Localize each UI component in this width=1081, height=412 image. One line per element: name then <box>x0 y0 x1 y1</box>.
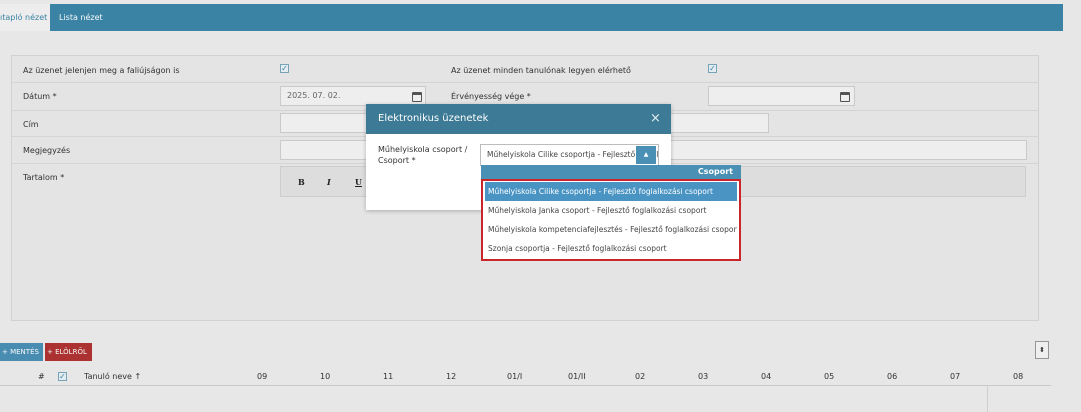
dropdown-group-header-label: Csoport <box>697 167 733 176</box>
group-select[interactable]: Műhelyiskola Cilike csoportja - Fejleszt… <box>480 144 659 166</box>
group-option[interactable]: Műhelyiskola Janka csoport - Fejlesztő f… <box>485 201 737 220</box>
group-option[interactable]: Műhelyiskola Cilike csoportja - Fejleszt… <box>485 182 737 201</box>
group-field-label: Műhelyiskola csoport / Csoport * <box>378 145 468 165</box>
group-options-list: Műhelyiskola Cilike csoportja - Fejleszt… <box>481 179 741 261</box>
dropdown-group-header: Csoport <box>481 165 741 179</box>
dialog-title: Elektronikus üzenetek <box>378 113 489 124</box>
close-icon[interactable]: × <box>650 104 661 134</box>
page: ıtapló nézet Lista nézet Az üzenet jelen… <box>0 0 1081 412</box>
group-option[interactable]: Műhelyiskola kompetenciafejlesztés - Fej… <box>485 220 737 239</box>
group-option[interactable]: Szonja csoportja - Fejlesztő foglalkozás… <box>485 239 737 258</box>
dialog-header: Elektronikus üzenetek × <box>366 104 671 134</box>
group-select-value: Műhelyiskola Cilike csoportja - Fejleszt… <box>487 150 658 159</box>
chevron-up-icon[interactable]: ▲ <box>636 146 656 164</box>
